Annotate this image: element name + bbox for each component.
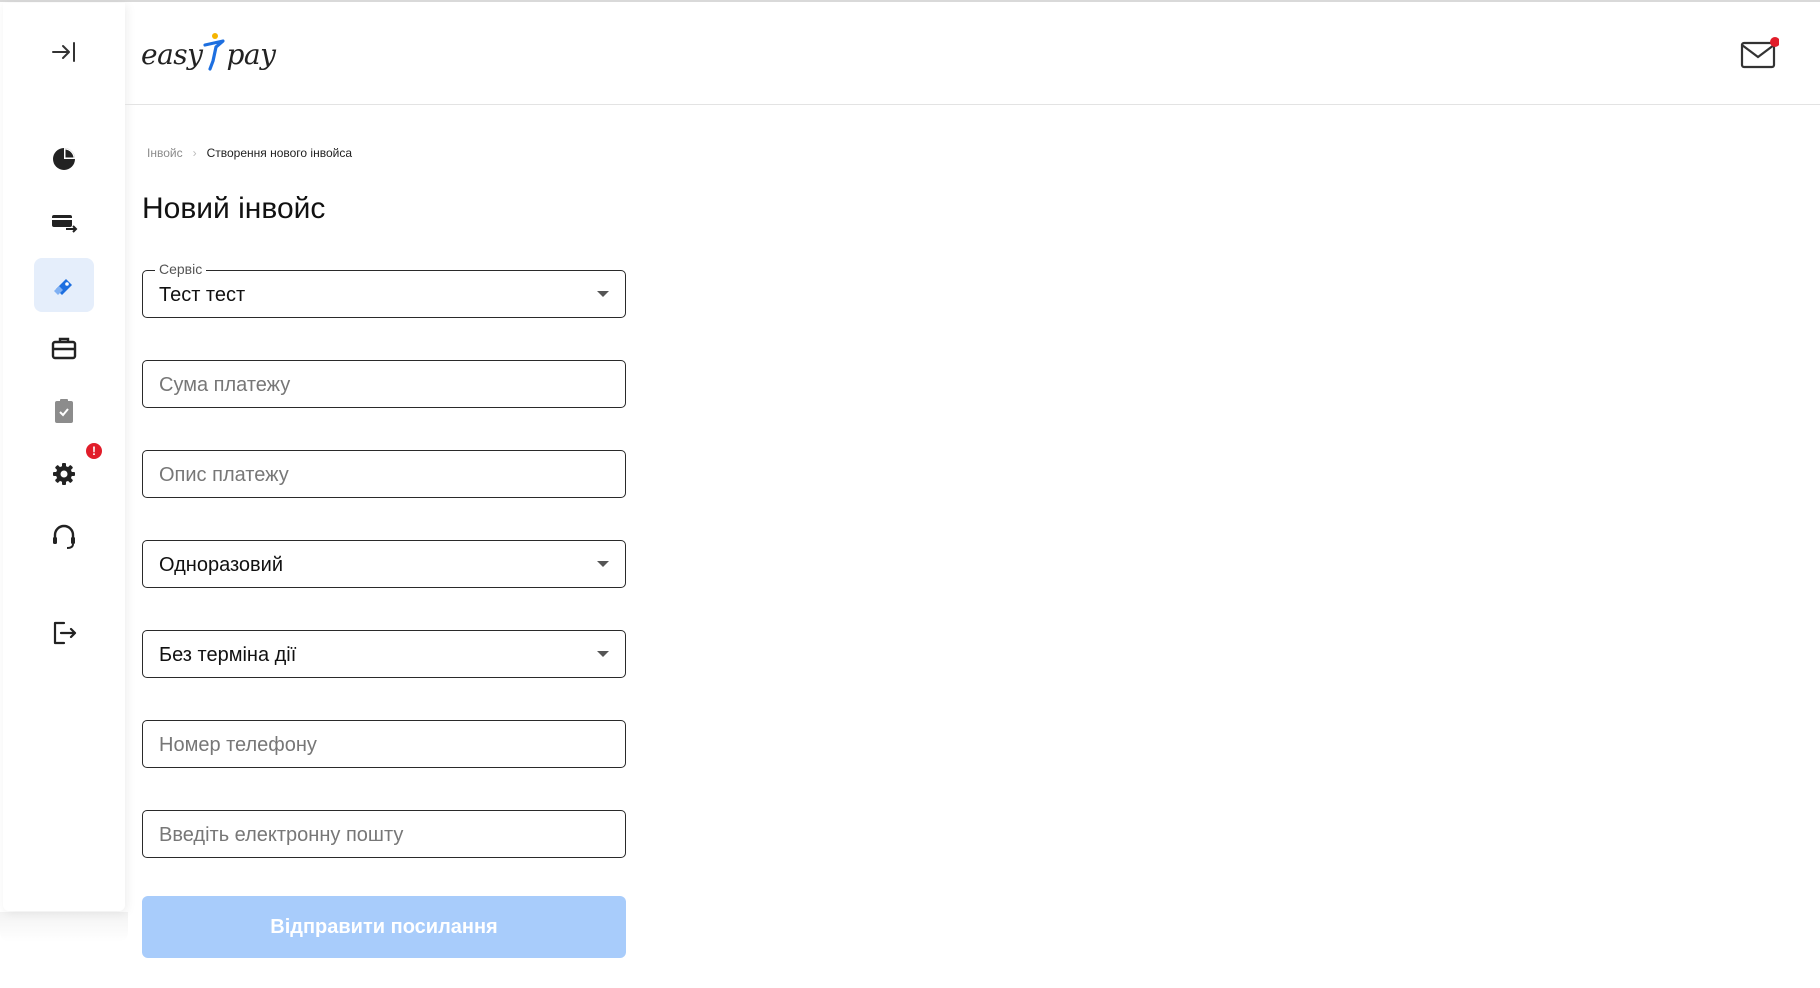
description-input[interactable]: Опис платежу xyxy=(142,450,626,498)
description-input-placeholder: Опис платежу xyxy=(159,464,289,486)
clipboard-check-icon xyxy=(52,397,76,425)
chevron-down-icon xyxy=(597,291,609,297)
logo-text-left: easy xyxy=(141,37,203,71)
sidebar: ! xyxy=(3,3,125,911)
service-select-label: Сервіс xyxy=(155,261,207,277)
gear-icon xyxy=(50,460,78,488)
breadcrumb-current: Створення нового інвойса xyxy=(206,146,353,160)
transfers-icon xyxy=(50,209,78,235)
pie-chart-icon xyxy=(51,146,77,172)
sidebar-item-invoice[interactable] xyxy=(34,258,94,312)
breadcrumb-separator-icon: › xyxy=(192,146,197,160)
phone-input[interactable]: Номер телефону xyxy=(142,720,626,768)
notifications-button[interactable] xyxy=(1739,34,1780,74)
sidebar-item-support[interactable] xyxy=(34,510,94,564)
amount-input[interactable]: Сума платежу xyxy=(142,360,626,408)
invoice-icon xyxy=(50,271,78,299)
breadcrumb: Інвойс › Створення нового інвойса xyxy=(147,146,352,160)
top-header: easy pay xyxy=(125,0,1820,105)
amount-input-placeholder: Сума платежу xyxy=(159,374,291,396)
collapse-sidebar-button[interactable] xyxy=(34,25,94,79)
mail-icon xyxy=(1739,37,1780,78)
logo-text-right: pay xyxy=(226,37,276,71)
logout-button[interactable] xyxy=(34,606,94,660)
expiry-value: Без терміна дії xyxy=(159,644,297,666)
briefcase-icon xyxy=(50,335,78,361)
logo-figure-icon xyxy=(203,31,226,78)
settings-alert-badge: ! xyxy=(86,443,102,459)
chevron-down-icon xyxy=(597,651,609,657)
service-select[interactable]: Сервіс Тест тест xyxy=(142,261,626,318)
sidebar-item-tasks[interactable] xyxy=(34,384,94,438)
expiry-select[interactable]: Без терміна дії xyxy=(142,630,626,678)
service-select-value: Тест тест xyxy=(159,284,246,306)
sidebar-item-business[interactable] xyxy=(34,321,94,375)
headset-icon xyxy=(50,522,78,552)
easypay-logo[interactable]: easy pay xyxy=(141,31,276,78)
page-title: Новий інвойс xyxy=(142,192,326,225)
sidebar-shadow xyxy=(0,912,128,942)
phone-input-placeholder: Номер телефону xyxy=(159,734,317,756)
email-input[interactable]: Введіть електронну пошту xyxy=(142,810,626,858)
sidebar-item-transfers[interactable] xyxy=(34,195,94,249)
email-input-placeholder: Введіть електронну пошту xyxy=(159,824,404,846)
logout-icon xyxy=(49,618,79,648)
sidebar-item-settings[interactable] xyxy=(34,447,94,501)
send-link-button[interactable]: Відправити посилання xyxy=(142,896,626,958)
collapse-sidebar-icon xyxy=(49,37,79,67)
payment-type-select[interactable]: Одноразовий xyxy=(142,540,626,588)
payment-type-value: Одноразовий xyxy=(159,554,284,576)
chevron-down-icon xyxy=(597,561,609,567)
sidebar-item-dashboard[interactable] xyxy=(34,132,94,186)
breadcrumb-parent-link[interactable]: Інвойс xyxy=(147,146,183,160)
